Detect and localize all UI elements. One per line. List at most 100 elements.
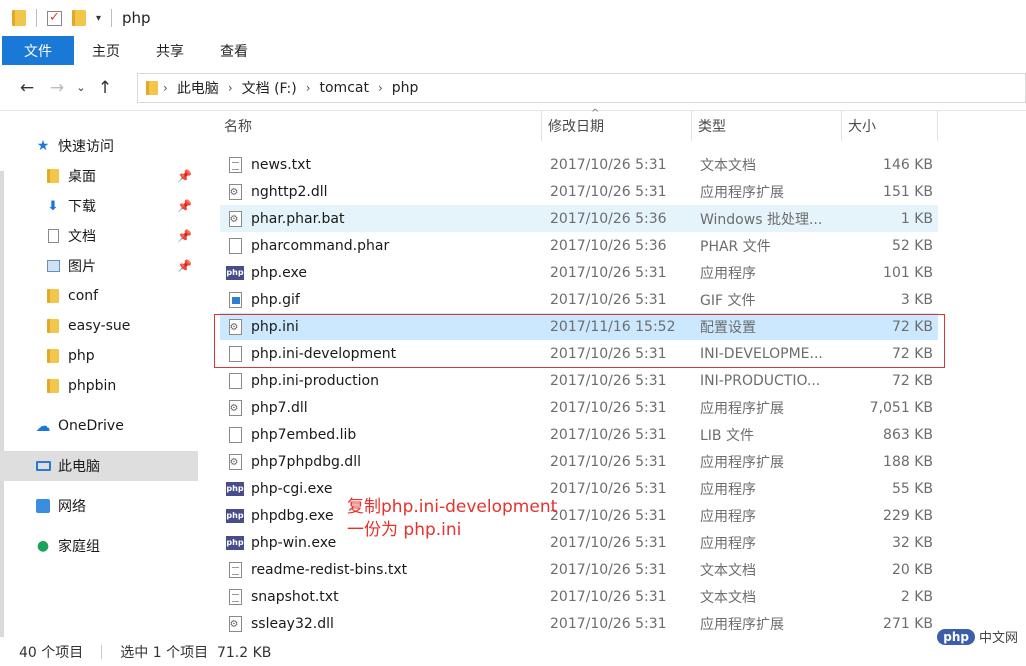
file-name: ssleay32.dll [251, 615, 334, 632]
settings-file-icon [228, 615, 242, 632]
image-file-icon [228, 291, 242, 308]
chevron-right-icon[interactable]: › [223, 81, 238, 95]
column-name[interactable]: 名称 [218, 111, 542, 141]
column-type[interactable]: 类型 [692, 111, 842, 141]
file-type: 应用程序 [700, 535, 756, 552]
file-icon-wrap: php [226, 534, 244, 552]
folder-icon [47, 289, 59, 303]
tab-view[interactable]: 查看 [202, 36, 266, 65]
tab-share[interactable]: 共享 [138, 36, 202, 65]
pin-icon[interactable]: 📌 [177, 229, 192, 243]
file-name: pharcommand.phar [251, 237, 390, 254]
forward-button[interactable]: → [42, 73, 72, 103]
pin-icon[interactable]: 📌 [177, 169, 192, 183]
customize-toolbar-icon[interactable]: ▾ [96, 13, 101, 24]
file-row[interactable]: php.ini-production 2017/10/26 5:31 INI-PRO… [220, 367, 938, 394]
network-icon [36, 499, 50, 513]
annotation-line-1: 复制php.ini-development [347, 497, 558, 517]
file-icon-wrap [227, 345, 243, 363]
sort-ascending-icon: ^ [591, 108, 600, 119]
nav-php[interactable]: php [0, 341, 198, 371]
nav-network[interactable]: 网络 [0, 491, 198, 521]
file-name-cell: php.ini [220, 318, 542, 336]
nav-label: OneDrive [58, 418, 124, 434]
file-row[interactable]: news.txt 2017/10/26 5:31 文本文档 146 KB [220, 151, 938, 178]
file-type: GIF 文件 [700, 292, 756, 309]
nav-onedrive[interactable]: ☁ OneDrive [0, 411, 198, 441]
blank-file-icon [228, 345, 242, 362]
chevron-right-icon[interactable]: › [373, 81, 388, 95]
file-row[interactable]: php php-win.exe 2017/10/26 5:31 应用程序 32 KB [220, 529, 938, 556]
file-date: 2017/10/26 5:36 [550, 237, 667, 254]
file-row[interactable]: ssleay32.dll 2017/10/26 5:31 应用程序扩展 271 KB [220, 610, 938, 637]
breadcrumb-php[interactable]: php [388, 80, 423, 96]
file-date: 2017/10/26 5:31 [550, 291, 667, 308]
file-row[interactable]: phar.phar.bat 2017/10/26 5:36 Windows 批处理.… [220, 205, 938, 232]
breadcrumb-this-pc[interactable]: 此电脑 [173, 78, 223, 98]
file-size: 271 KB [883, 615, 933, 632]
file-row[interactable]: pharcommand.phar 2017/10/26 5:36 PHAR 文件 52… [220, 232, 938, 259]
nav-documents[interactable]: 文档 📌 [0, 221, 198, 251]
nav-downloads[interactable]: ⬇ 下载 📌 [0, 191, 198, 221]
file-type: 文本文档 [700, 562, 756, 579]
chevron-right-icon[interactable]: › [158, 81, 173, 95]
folder-icon [47, 169, 59, 183]
quick-access-toolbar: ✓ ▾ [0, 0, 113, 36]
breadcrumb[interactable]: › 此电脑 › 文档 (F:) › tomcat › php [137, 73, 1026, 103]
file-row[interactable]: php.ini-development 2017/10/26 5:31 INI-DE… [220, 340, 938, 367]
file-row[interactable]: php phpdbg.exe 2017/10/26 5:31 应用程序 229 KB [220, 502, 938, 529]
file-date: 2017/10/26 5:31 [550, 615, 667, 632]
blank-file-icon [228, 372, 242, 389]
nav-this-pc[interactable]: 此电脑 [0, 451, 198, 481]
back-button[interactable]: ← [12, 73, 42, 103]
file-icon-wrap [227, 615, 243, 633]
nav-pictures[interactable]: 图片 📌 [0, 251, 198, 281]
file-date: 2017/10/26 5:31 [550, 372, 667, 389]
file-date: 2017/10/26 5:36 [550, 210, 667, 227]
up-button[interactable]: ↑ [90, 73, 120, 103]
file-row[interactable]: php.gif 2017/10/26 5:31 GIF 文件 3 KB [220, 286, 938, 313]
tab-file[interactable]: 文件 [2, 36, 74, 65]
nav-conf[interactable]: conf [0, 281, 198, 311]
file-row[interactable]: nghttp2.dll 2017/10/26 5:31 应用程序扩展 151 KB [220, 178, 938, 205]
breadcrumb-tomcat[interactable]: tomcat [316, 80, 373, 96]
file-date: 2017/10/26 5:31 [550, 480, 667, 497]
document-icon [47, 229, 59, 243]
recent-locations-button[interactable]: ⌄ [72, 73, 90, 103]
watermark: php 中文网 [937, 627, 1018, 646]
file-row[interactable]: php7phpdbg.dll 2017/10/26 5:31 应用程序扩展 188 K… [220, 448, 938, 475]
file-date: 2017/10/26 5:31 [550, 183, 667, 200]
file-row[interactable]: php7.dll 2017/10/26 5:31 应用程序扩展 7,051 KB [220, 394, 938, 421]
chevron-right-icon[interactable]: › [301, 81, 316, 95]
navigation-pane: ★ 快速访问 桌面 📌 ⬇ 下载 📌 文档 📌 图片 📌 conf easy-s… [0, 111, 208, 637]
pin-icon[interactable]: 📌 [177, 259, 192, 273]
file-row[interactable]: php php-cgi.exe 2017/10/26 5:31 应用程序 55 KB [220, 475, 938, 502]
file-row[interactable]: snapshot.txt 2017/10/26 5:31 文本文档 2 KB [220, 583, 938, 610]
nav-phpbin[interactable]: phpbin [0, 371, 198, 401]
file-name-cell: snapshot.txt [220, 588, 542, 606]
file-row[interactable]: php.ini 2017/11/16 15:52 配置设置 72 KB [220, 313, 938, 340]
nav-easy-sue[interactable]: easy-sue [0, 311, 198, 341]
pin-icon[interactable]: 📌 [177, 199, 192, 213]
file-size: 52 KB [891, 237, 933, 254]
new-folder-icon[interactable] [72, 10, 86, 26]
nav-quick-access[interactable]: ★ 快速访问 [0, 131, 198, 161]
file-date: 2017/10/26 5:31 [550, 345, 667, 362]
file-row[interactable]: readme-redist-bins.txt 2017/10/26 5:31 文本文… [220, 556, 938, 583]
nav-desktop[interactable]: 桌面 📌 [0, 161, 198, 191]
tab-home[interactable]: 主页 [74, 36, 138, 65]
nav-label: 下载 [68, 199, 96, 215]
properties-icon[interactable]: ✓ [47, 10, 62, 26]
column-size[interactable]: 大小 [842, 111, 938, 141]
picture-icon [46, 260, 60, 272]
breadcrumb-drive-f[interactable]: 文档 (F:) [238, 78, 301, 98]
file-row[interactable]: php7embed.lib 2017/10/26 5:31 LIB 文件 863 KB [220, 421, 938, 448]
php-exe-icon: php [226, 508, 244, 523]
settings-file-icon [228, 318, 242, 335]
file-name: snapshot.txt [251, 588, 339, 605]
nav-label: 桌面 [68, 169, 96, 185]
column-date[interactable]: 修改日期 [542, 111, 692, 141]
nav-label: 快速访问 [58, 139, 114, 155]
nav-homegroup[interactable]: ● 家庭组 [0, 531, 198, 561]
file-row[interactable]: php php.exe 2017/10/26 5:31 应用程序 101 KB [220, 259, 938, 286]
